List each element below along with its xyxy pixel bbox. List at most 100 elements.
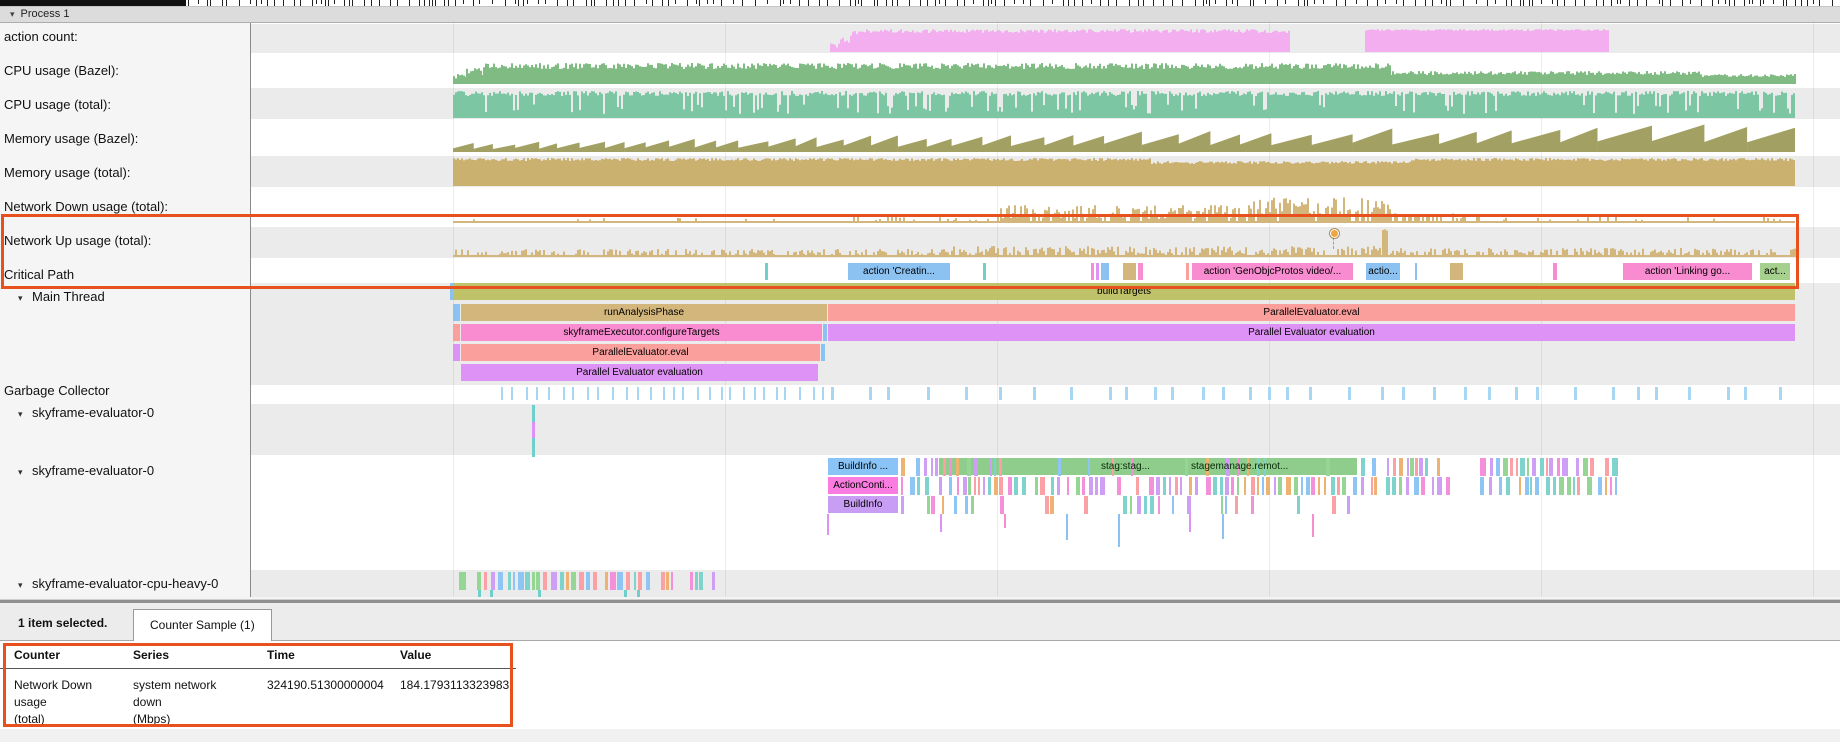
trace-sliver[interactable] (1076, 477, 1080, 495)
trace-sliver[interactable] (1605, 458, 1610, 476)
trace-sliver[interactable] (983, 477, 985, 495)
trace-sliver[interactable] (968, 477, 971, 495)
sidebar-track-4[interactable]: Memory usage (total): (4, 165, 130, 180)
hanging-slice-line[interactable] (1312, 514, 1314, 537)
slice-act-[interactable]: act... (1760, 263, 1790, 280)
trace-sliver[interactable] (1169, 477, 1171, 495)
trace-sliver[interactable] (1337, 477, 1339, 495)
hanging-slice-line[interactable] (940, 514, 942, 532)
gc-tick[interactable] (1515, 387, 1518, 400)
trace-sliver[interactable] (1549, 458, 1553, 476)
trace-sliver[interactable] (1180, 477, 1182, 495)
hanging-slice-line[interactable] (1118, 514, 1120, 547)
trace-sliver[interactable] (954, 496, 958, 514)
gc-tick[interactable] (572, 387, 574, 400)
trace-sliver[interactable] (1237, 477, 1239, 495)
sidebar-track-7[interactable]: Critical Path (4, 267, 74, 282)
gc-tick[interactable] (754, 387, 756, 400)
trace-sliver[interactable] (1414, 477, 1419, 495)
trace-sliver[interactable] (1057, 477, 1061, 495)
trace-sliver[interactable] (1525, 477, 1529, 495)
trace-sliver[interactable] (949, 458, 953, 476)
trace-sliver[interactable] (1231, 477, 1234, 495)
gc-tick[interactable] (1688, 387, 1691, 400)
trace-sliver[interactable] (671, 572, 673, 590)
gc-tick[interactable] (721, 387, 723, 400)
trace-sliver[interactable] (1100, 477, 1105, 495)
trace-sliver[interactable] (901, 458, 905, 476)
slice-action-genobjcprotos-video-[interactable]: action 'GenObjcProtos video/... (1192, 263, 1353, 280)
trace-sliver[interactable] (910, 477, 915, 495)
process-collapse-icon[interactable]: ▾ (10, 7, 15, 22)
trace-sliver[interactable] (1540, 458, 1544, 476)
trace-sliver[interactable] (1156, 477, 1160, 495)
hanging-slice-line[interactable] (1066, 514, 1068, 540)
cpu-heavy-subslice[interactable] (478, 590, 481, 597)
counter-track-network-up-usage-total[interactable] (251, 227, 1840, 258)
gc-tick[interactable] (999, 387, 1002, 400)
gc-tick[interactable] (511, 387, 513, 400)
trace-sliver[interactable] (971, 496, 974, 514)
slice-critical-path[interactable] (1138, 263, 1143, 280)
gc-tick[interactable] (1536, 387, 1539, 400)
trace-sliver[interactable] (1331, 477, 1335, 495)
sidebar-track-12[interactable]: ▾skyframe-evaluator-cpu-heavy-0 (18, 576, 218, 591)
trace-sliver[interactable] (1262, 477, 1265, 495)
trace-sliver[interactable] (1546, 458, 1548, 476)
trace-sliver[interactable] (1008, 477, 1012, 495)
trace-sliver[interactable] (666, 572, 669, 590)
trace-sliver[interactable] (477, 572, 482, 590)
trace-sliver[interactable] (1225, 496, 1227, 514)
gc-tick[interactable] (1109, 387, 1112, 400)
trace-sliver[interactable] (1520, 458, 1525, 476)
trace-sliver[interactable] (1220, 477, 1224, 495)
sidebar-track-10[interactable]: ▾skyframe-evaluator-0 (18, 405, 154, 420)
trace-sliver[interactable] (1374, 477, 1377, 495)
trace-sliver[interactable] (695, 572, 698, 590)
trace-sliver[interactable] (978, 477, 980, 495)
gc-tick[interactable] (1612, 387, 1615, 400)
trace-sliver[interactable] (1612, 458, 1618, 476)
trace-sliver[interactable] (605, 572, 608, 590)
trace-sliver[interactable] (1082, 477, 1085, 495)
table-header-series[interactable]: Series (119, 641, 253, 669)
trace-sliver[interactable] (1576, 458, 1578, 476)
trace-sliver[interactable] (1535, 477, 1539, 495)
trace-sliver[interactable] (1342, 477, 1346, 495)
trace-sliver[interactable] (1206, 477, 1211, 495)
gc-tick[interactable] (729, 387, 731, 400)
trace-sliver[interactable] (1399, 458, 1403, 476)
trace-sliver[interactable] (931, 458, 933, 476)
table-header-counter[interactable]: Counter (0, 641, 119, 669)
collapse-arrow-icon[interactable]: ▾ (18, 293, 32, 304)
counter-track-cpu-usage-total[interactable] (251, 88, 1840, 119)
trace-sliver[interactable] (1583, 458, 1588, 476)
slice-main-thread-depth-3[interactable] (453, 344, 460, 361)
slice-parallel-evaluator-evaluation[interactable]: Parallel Evaluator evaluation (828, 324, 1795, 341)
trace-sliver[interactable] (491, 572, 495, 590)
gc-tick[interactable] (1125, 387, 1128, 400)
trace-sliver[interactable] (1615, 477, 1617, 495)
gc-tick[interactable] (1033, 387, 1036, 400)
gc-tick[interactable] (1222, 387, 1225, 400)
trace-sliver[interactable] (1286, 477, 1291, 495)
trace-sliver[interactable] (661, 572, 665, 590)
gc-tick[interactable] (697, 387, 699, 400)
trace-sliver[interactable] (927, 496, 930, 514)
trace-sliver[interactable] (1040, 477, 1045, 495)
trace-sliver[interactable] (949, 477, 952, 495)
trace-sliver[interactable] (957, 477, 959, 495)
trace-sliver[interactable] (990, 458, 992, 476)
trace-sliver[interactable] (1446, 477, 1450, 495)
slice-runanalysisphase[interactable]: runAnalysisPhase (461, 304, 827, 321)
gc-tick[interactable] (1249, 387, 1252, 400)
trace-sliver[interactable] (1257, 477, 1259, 495)
gc-tick[interactable] (536, 387, 538, 400)
cpu-heavy-subslice[interactable] (538, 590, 541, 597)
gc-tick[interactable] (763, 387, 765, 400)
gc-tick[interactable] (526, 387, 528, 400)
trace-sliver[interactable] (1361, 477, 1364, 495)
trace-sliver[interactable] (1067, 477, 1069, 495)
sidebar-track-0[interactable]: action count: (4, 29, 78, 44)
trace-sliver[interactable] (1519, 477, 1522, 495)
